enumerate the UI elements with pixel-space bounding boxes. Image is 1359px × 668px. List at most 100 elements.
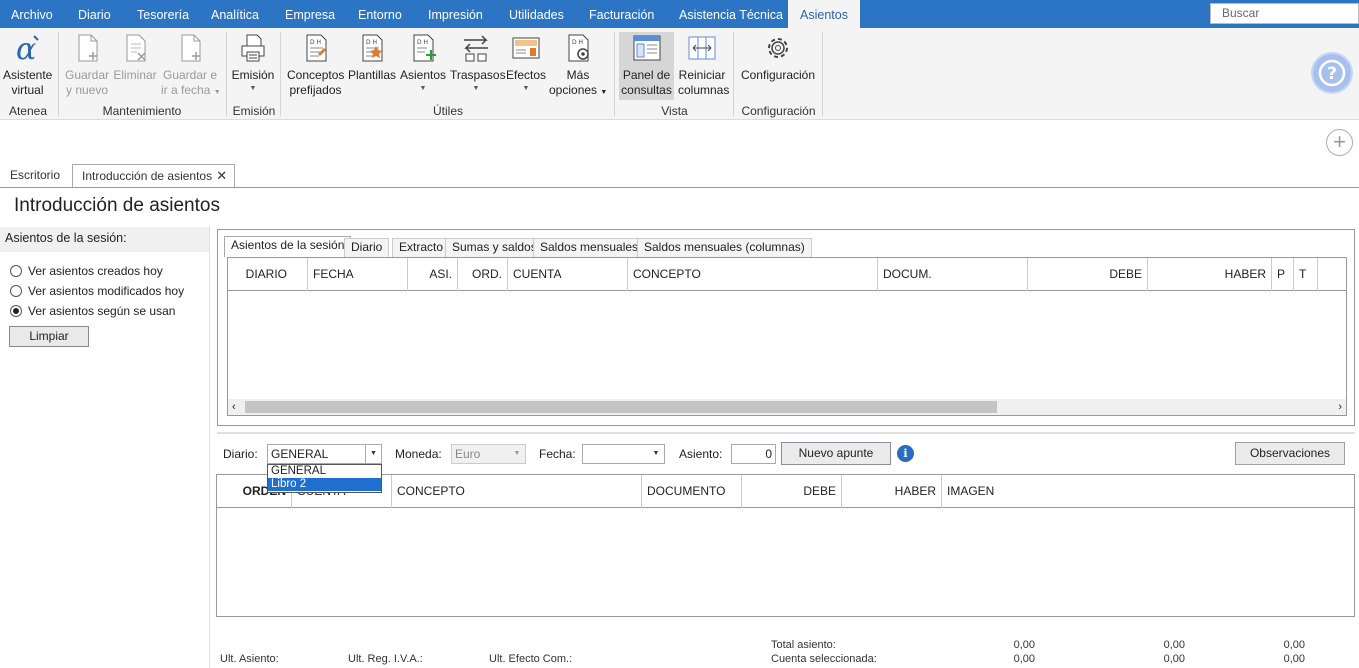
- scroll-left-icon[interactable]: ‹: [232, 399, 236, 415]
- session-entries-panel: Asientos de la sesión Diario Extracto Su…: [217, 229, 1355, 426]
- menu-tab-archivo[interactable]: Archivo: [11, 0, 53, 28]
- guardar-nuevo-button[interactable]: Guardar y nuevo: [64, 32, 110, 98]
- svg-text:D H: D H: [417, 39, 428, 46]
- radio-label-creados[interactable]: Ver asientos creados hoy: [28, 264, 163, 278]
- col-fecha[interactable]: FECHA: [308, 258, 408, 291]
- col-p[interactable]: P: [1272, 258, 1294, 291]
- diario-dropdown-list: GENERAL Libro 2: [267, 464, 382, 493]
- doc-tab-introduccion[interactable]: Introducción de asientos ✕: [72, 164, 236, 188]
- col-concepto[interactable]: CONCEPTO: [628, 258, 878, 291]
- plantillas-button[interactable]: D H Plantillas: [348, 32, 396, 83]
- help-button[interactable]: ?: [1311, 52, 1353, 94]
- group-label-vista: Vista: [661, 104, 688, 118]
- scrollbar-thumb[interactable]: [245, 401, 997, 413]
- dropdown-option-libro2[interactable]: Libro 2: [268, 478, 381, 491]
- horizontal-scrollbar[interactable]: ‹ ›: [228, 399, 1346, 415]
- ult-reg-iva-label: Ult. Reg. I.V.A.:: [348, 653, 423, 665]
- menu-tab-facturacion[interactable]: Facturación: [589, 0, 654, 28]
- menu-tab-diario[interactable]: Diario: [78, 0, 111, 28]
- svg-text:D H: D H: [572, 39, 583, 46]
- radio-label-segun[interactable]: Ver asientos según se usan: [28, 304, 175, 318]
- moneda-select[interactable]: Euro ▼: [451, 444, 526, 464]
- total-saldo-value: 0,00: [1283, 639, 1305, 651]
- ribbon: α Asistente virtual Guardar y nuevo Elim…: [0, 28, 1359, 120]
- tab-saldos-mensuales-columnas[interactable]: Saldos mensuales (columnas): [637, 238, 812, 257]
- mas-opciones-label-1: Más: [566, 68, 590, 82]
- printer-icon: [241, 34, 265, 62]
- diario-select[interactable]: GENERAL ▼: [267, 444, 382, 464]
- col-diario[interactable]: DIARIO: [228, 258, 308, 291]
- col-haber[interactable]: HABER: [842, 475, 942, 508]
- asientos-button[interactable]: D H Asientos ▼: [400, 32, 446, 93]
- nuevo-apunte-button[interactable]: Nuevo apunte: [781, 442, 891, 465]
- col-t[interactable]: T: [1294, 258, 1318, 291]
- eliminar-label: Eliminar: [113, 68, 157, 82]
- fecha-label: Fecha:: [539, 447, 576, 461]
- col-docum[interactable]: DOCUM.: [878, 258, 1028, 291]
- menu-tab-entorno[interactable]: Entorno: [358, 0, 402, 28]
- panel-consultas-button[interactable]: Panel de consultas: [619, 32, 674, 100]
- menu-tab-asistencia[interactable]: Asistencia Técnica: [679, 0, 783, 28]
- tab-asientos-sesion[interactable]: Asientos de la sesión: [224, 236, 352, 257]
- fecha-picker[interactable]: ▼: [582, 444, 665, 464]
- menu-tab-utilidades[interactable]: Utilidades: [509, 0, 564, 28]
- radio-creados-hoy[interactable]: [10, 265, 22, 277]
- dropdown-option-general[interactable]: GENERAL: [268, 465, 381, 478]
- document-dh-icon: D H: [306, 34, 326, 62]
- tab-saldos-mensuales[interactable]: Saldos mensuales: [533, 238, 646, 257]
- search-input[interactable]: Buscar: [1210, 3, 1359, 24]
- scroll-right-icon[interactable]: ›: [1338, 399, 1342, 415]
- panel-label-1: Panel de: [622, 68, 671, 82]
- page-title: Introducción de asientos: [14, 195, 220, 216]
- col-documento[interactable]: DOCUMENTO: [642, 475, 742, 508]
- group-label-emision: Emisión: [232, 104, 276, 118]
- col-ord[interactable]: ORD.: [458, 258, 508, 291]
- eliminar-button[interactable]: Eliminar: [113, 32, 157, 83]
- reiniciar-columnas-button[interactable]: Reiniciar columnas: [678, 32, 729, 98]
- col-cuenta[interactable]: CUENTA: [508, 258, 628, 291]
- plantillas-label: Plantillas: [348, 68, 397, 82]
- radio-segun-se-usan[interactable]: [10, 305, 22, 317]
- col-debe[interactable]: DEBE: [1028, 258, 1148, 291]
- close-icon[interactable]: ✕: [216, 165, 227, 187]
- chevron-down-icon[interactable]: ▼: [648, 445, 664, 463]
- menu-tab-tesoreria[interactable]: Tesorería: [137, 0, 189, 28]
- doc-tab-escritorio[interactable]: Escritorio: [1, 164, 69, 188]
- tab-divider: [0, 187, 1359, 188]
- radio-modificados-hoy[interactable]: [10, 285, 22, 297]
- observaciones-button[interactable]: Observaciones: [1235, 442, 1345, 465]
- alpha-icon: α: [16, 32, 39, 64]
- tab-extracto[interactable]: Extracto: [392, 238, 451, 257]
- traspasos-button[interactable]: Traspasos ▼: [450, 32, 506, 93]
- col-asi[interactable]: ASI.: [408, 258, 458, 291]
- document-add-icon: [181, 34, 201, 62]
- col-debe[interactable]: DEBE: [742, 475, 842, 508]
- menu-tab-asientos[interactable]: Asientos: [788, 0, 860, 28]
- question-icon: ?: [1318, 59, 1346, 87]
- info-icon[interactable]: i: [897, 445, 914, 462]
- limpiar-button[interactable]: Limpiar: [9, 326, 89, 347]
- efectos-button[interactable]: Efectos ▼: [505, 32, 547, 93]
- add-tab-icon[interactable]: +: [1326, 129, 1353, 156]
- emision-button[interactable]: Emisión ▼: [231, 32, 275, 93]
- configuracion-button[interactable]: Configuración: [740, 32, 816, 83]
- tab-sumas-saldos[interactable]: Sumas y saldos: [445, 238, 544, 257]
- asiento-input[interactable]: 0: [731, 444, 776, 464]
- col-imagen[interactable]: IMAGEN: [942, 475, 1354, 508]
- splitter[interactable]: [217, 432, 1355, 434]
- cuenta-seleccionada-label: Cuenta seleccionada:: [771, 653, 877, 665]
- menu-tab-impresion[interactable]: Impresión: [428, 0, 483, 28]
- template-icon: D H: [362, 34, 383, 62]
- col-concepto[interactable]: CONCEPTO: [392, 475, 642, 508]
- mas-opciones-button[interactable]: D H Más opciones ▼: [549, 32, 607, 100]
- guardar-ir-fecha-button[interactable]: Guardar e ir a fecha ▼: [161, 32, 221, 100]
- asistente-virtual-button[interactable]: α Asistente virtual: [3, 32, 52, 98]
- conceptos-prefijados-button[interactable]: D H Conceptos prefijados: [287, 32, 344, 98]
- radio-label-modificados[interactable]: Ver asientos modificados hoy: [28, 284, 184, 298]
- menu-tab-analitica[interactable]: Analítica: [211, 0, 259, 28]
- col-haber[interactable]: HABER: [1148, 258, 1272, 291]
- total-asiento-label: Total asiento:: [771, 639, 836, 651]
- chevron-down-icon[interactable]: ▼: [365, 445, 381, 463]
- menu-tab-empresa[interactable]: Empresa: [285, 0, 335, 28]
- tab-diario[interactable]: Diario: [344, 238, 390, 257]
